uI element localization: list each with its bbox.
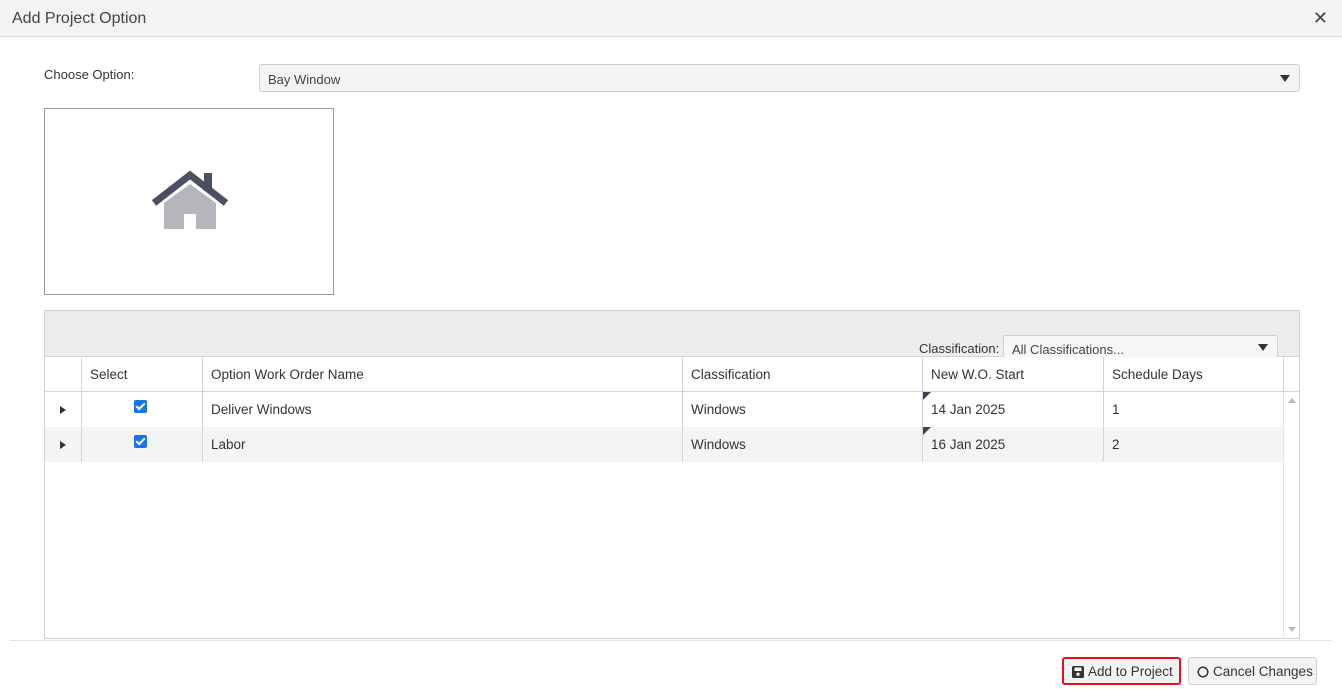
header-days[interactable]: Schedule Days — [1103, 357, 1283, 392]
chevron-down-icon — [1280, 75, 1290, 82]
table-row[interactable]: Deliver Windows Windows 14 Jan 2025 1 — [45, 392, 1283, 427]
option-image — [44, 108, 334, 295]
table-row[interactable]: Labor Windows 16 Jan 2025 2 — [45, 427, 1283, 462]
classification-filter-label: Classification: — [919, 341, 1000, 356]
close-icon[interactable]: ✕ — [1313, 8, 1328, 29]
start-value: 14 Jan 2025 — [931, 402, 1006, 417]
select-checkbox[interactable] — [134, 400, 147, 413]
choose-option-value: Bay Window — [268, 72, 341, 87]
edited-marker — [923, 427, 931, 435]
header-select[interactable]: Select — [81, 357, 202, 392]
grid-toolbar: Classification: All Classifications... — [45, 311, 1299, 357]
row-expander-cell — [45, 392, 82, 427]
cancel-changes-label: Cancel Changes — [1213, 664, 1313, 679]
header-name[interactable]: Option Work Order Name — [202, 357, 683, 392]
scroll-up-icon[interactable] — [1288, 398, 1296, 403]
name-cell: Labor — [202, 427, 683, 462]
dialog-title: Add Project Option — [12, 10, 147, 27]
classification-cell: Windows — [682, 392, 923, 427]
expand-arrow-icon[interactable] — [60, 406, 66, 414]
edited-marker — [923, 392, 931, 400]
header-scroll-spacer — [1283, 357, 1300, 392]
days-cell[interactable]: 1 — [1103, 392, 1283, 427]
expand-arrow-icon[interactable] — [60, 441, 66, 449]
classification-filter-value: All Classifications... — [1012, 342, 1124, 357]
add-to-project-button[interactable]: Add to Project — [1062, 657, 1181, 685]
classification-filter-dropdown[interactable]: All Classifications... — [1003, 335, 1278, 357]
header-classification[interactable]: Classification — [682, 357, 923, 392]
work-order-grid: Classification: All Classifications... S… — [44, 310, 1300, 639]
row-expander-cell — [45, 427, 82, 462]
select-checkbox[interactable] — [134, 435, 147, 448]
grid-header: Select Option Work Order Name Classifica… — [45, 357, 1299, 392]
select-cell — [81, 392, 202, 427]
dialog-titlebar: Add Project Option ✕ — [0, 0, 1342, 37]
footer-divider — [10, 640, 1332, 641]
header-start[interactable]: New W.O. Start — [922, 357, 1103, 392]
name-cell: Deliver Windows — [202, 392, 683, 427]
save-icon — [1072, 666, 1084, 678]
start-cell[interactable]: 14 Jan 2025 — [922, 392, 1103, 427]
start-cell[interactable]: 16 Jan 2025 — [922, 427, 1103, 462]
days-cell[interactable]: 2 — [1103, 427, 1283, 462]
scroll-down-icon[interactable] — [1288, 627, 1296, 632]
header-expander — [45, 357, 82, 392]
grid-scrollbar[interactable] — [1283, 392, 1299, 638]
choose-option-dropdown[interactable]: Bay Window — [259, 64, 1300, 92]
classification-cell: Windows — [682, 427, 923, 462]
chevron-down-icon — [1258, 344, 1268, 351]
cancel-circle-icon — [1197, 666, 1209, 678]
add-to-project-label: Add to Project — [1088, 664, 1173, 679]
cancel-changes-button[interactable]: Cancel Changes — [1188, 657, 1317, 685]
select-cell — [81, 427, 202, 462]
choose-option-label: Choose Option: — [44, 67, 135, 82]
start-value: 16 Jan 2025 — [931, 437, 1006, 452]
house-icon — [151, 170, 229, 229]
